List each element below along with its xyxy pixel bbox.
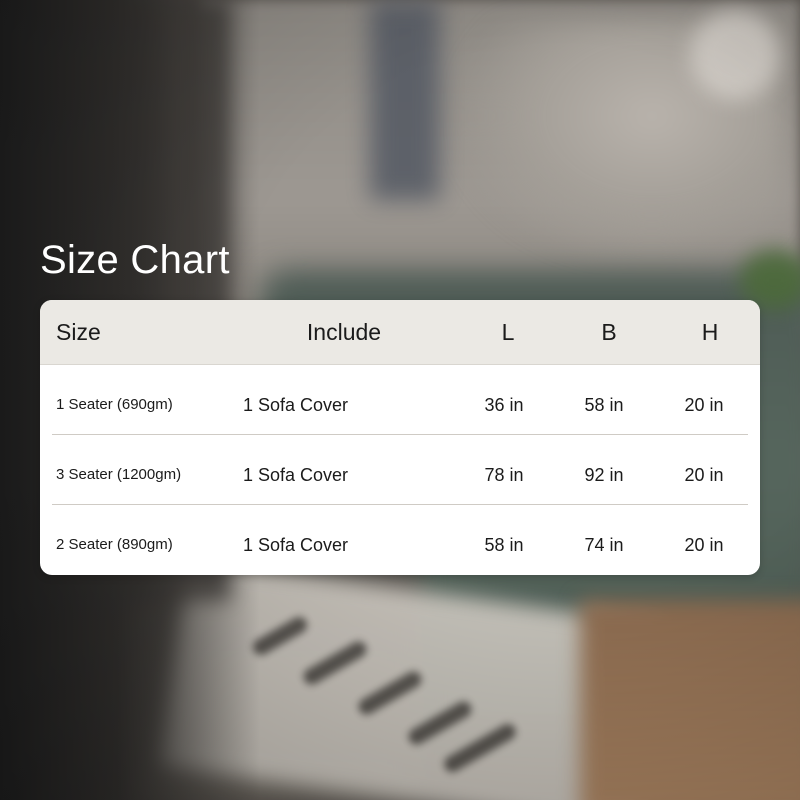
table-row: 1 Seater (690gm) 1 Sofa Cover 36 in 58 i… [40,365,760,435]
column-header-breadth: B [601,319,617,345]
cell-size: 2 Seater (890gm) [56,536,173,553]
column-header-height: H [701,319,719,345]
cell-include: 1 Sofa Cover [243,535,349,555]
table-header-row: Size Include L B H [40,300,760,365]
cell-height: 20 in [684,465,724,485]
table-row: 2 Seater (890gm) 1 Sofa Cover 58 in 74 i… [40,505,760,575]
cell-height: 20 in [684,395,724,415]
table-row: 3 Seater (1200gm) 1 Sofa Cover 78 in 92 … [40,435,760,505]
cell-include: 1 Sofa Cover [243,395,349,415]
size-chart-table: Size Include L B H 1 Seater (690gm) 1 So… [40,300,760,575]
cell-length: 58 in [484,535,524,555]
cell-breadth: 58 in [584,395,624,415]
page-title: Size Chart [40,238,230,282]
cell-size: 3 Seater (1200gm) [56,466,182,483]
cell-length: 78 in [484,465,524,485]
cell-include: 1 Sofa Cover [243,465,349,485]
cell-size: 1 Seater (690gm) [56,396,173,413]
column-header-size: Size [56,319,101,345]
cell-length: 36 in [484,395,524,415]
cell-breadth: 74 in [584,535,624,555]
column-header-length: L [501,319,515,345]
cell-breadth: 92 in [584,465,624,485]
cell-height: 20 in [684,535,724,555]
column-header-include: Include [306,319,382,345]
